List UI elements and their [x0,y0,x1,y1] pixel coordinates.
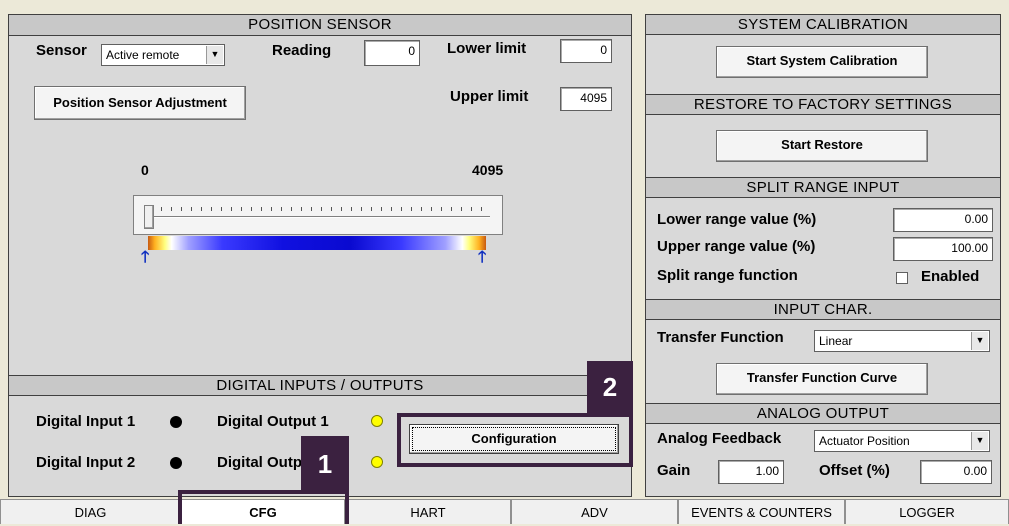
offset-label: Offset (%) [819,462,890,479]
digital-output-2-indicator [371,456,383,468]
transfer-function-curve-button[interactable]: Transfer Function Curve [716,363,928,395]
lower-limit-label: Lower limit [447,40,527,57]
slider-ticks [151,207,489,211]
callout-1-highlight [178,490,349,524]
start-restore-button[interactable]: Start Restore [716,130,928,162]
transfer-function-select[interactable]: Linear ▼ [814,330,990,352]
digital-input-2-label: Digital Input 2 [36,454,136,471]
position-sensor-adjustment-button[interactable]: Position Sensor Adjustment [34,86,246,120]
position-slider[interactable] [133,195,503,235]
reading-field[interactable]: 0 [364,40,420,66]
split-range-title: SPLIT RANGE INPUT [646,177,1000,198]
sensor-label: Sensor [36,42,87,59]
tab-logger[interactable]: LOGGER [845,499,1009,524]
digital-output-2-label: Digital Output 2 [217,454,309,471]
callout-2-highlight [397,413,633,467]
analog-output-title: ANALOG OUTPUT [646,403,1000,424]
gain-label: Gain [657,462,691,479]
chevron-down-icon[interactable]: ▼ [971,432,988,450]
callout-1-badge: 1 [301,436,349,492]
tab-diag[interactable]: DIAG [0,499,181,524]
restore-title: RESTORE TO FACTORY SETTINGS [646,94,1000,115]
tab-events-counters[interactable]: EVENTS & COUNTERS [678,499,845,524]
upper-limit-label: Upper limit [450,88,529,105]
lower-range-field[interactable]: 0.00 [893,208,993,232]
analog-feedback-label: Analog Feedback [657,430,782,447]
chevron-down-icon[interactable]: ▼ [971,332,988,350]
analog-feedback-select[interactable]: Actuator Position ▼ [814,430,990,452]
split-range-enabled-checkbox[interactable] [896,272,908,284]
sensor-select[interactable]: Active remote ▼ [101,44,225,66]
position-sensor-title: POSITION SENSOR [9,15,631,36]
upper-marker-arrow-icon[interactable]: 🡑 [478,250,486,266]
digital-input-2-indicator [170,457,182,469]
slider-thumb[interactable] [144,205,154,229]
digital-io-title: DIGITAL INPUTS / OUTPUTS [9,375,631,396]
lower-range-label: Lower range value (%) [657,211,817,228]
split-range-function-label: Split range function [657,267,798,284]
slider-track [150,216,490,218]
offset-field[interactable]: 0.00 [920,460,992,484]
split-range-enabled-label: Enabled [921,268,980,285]
digital-output-1-indicator [371,415,383,427]
reading-label: Reading [272,42,332,59]
lower-marker-arrow-icon[interactable]: 🡑 [141,250,149,266]
tab-hart[interactable]: HART [345,499,511,524]
callout-2-badge: 2 [587,361,633,413]
digital-input-1-indicator [170,416,182,428]
system-calibration-title: SYSTEM CALIBRATION [646,15,1000,35]
scale-min-label: 0 [141,162,149,178]
digital-output-1-label: Digital Output 1 [217,413,329,430]
upper-range-label: Upper range value (%) [657,238,816,255]
digital-output-2-clip: Digital Output 2 [217,454,309,476]
digital-input-1-label: Digital Input 1 [36,413,136,430]
chevron-down-icon[interactable]: ▼ [206,46,223,64]
lower-limit-field[interactable]: 0 [560,39,612,63]
input-char-title: INPUT CHAR. [646,299,1000,320]
transfer-function-label: Transfer Function [657,329,784,346]
scale-max-label: 4095 [472,162,504,178]
upper-limit-field[interactable]: 4095 [560,87,612,111]
start-system-calibration-button[interactable]: Start System Calibration [716,46,928,78]
tab-adv[interactable]: ADV [511,499,678,524]
range-gradient-bar [148,236,486,250]
gain-field[interactable]: 1.00 [718,460,784,484]
upper-range-field[interactable]: 100.00 [893,237,993,261]
